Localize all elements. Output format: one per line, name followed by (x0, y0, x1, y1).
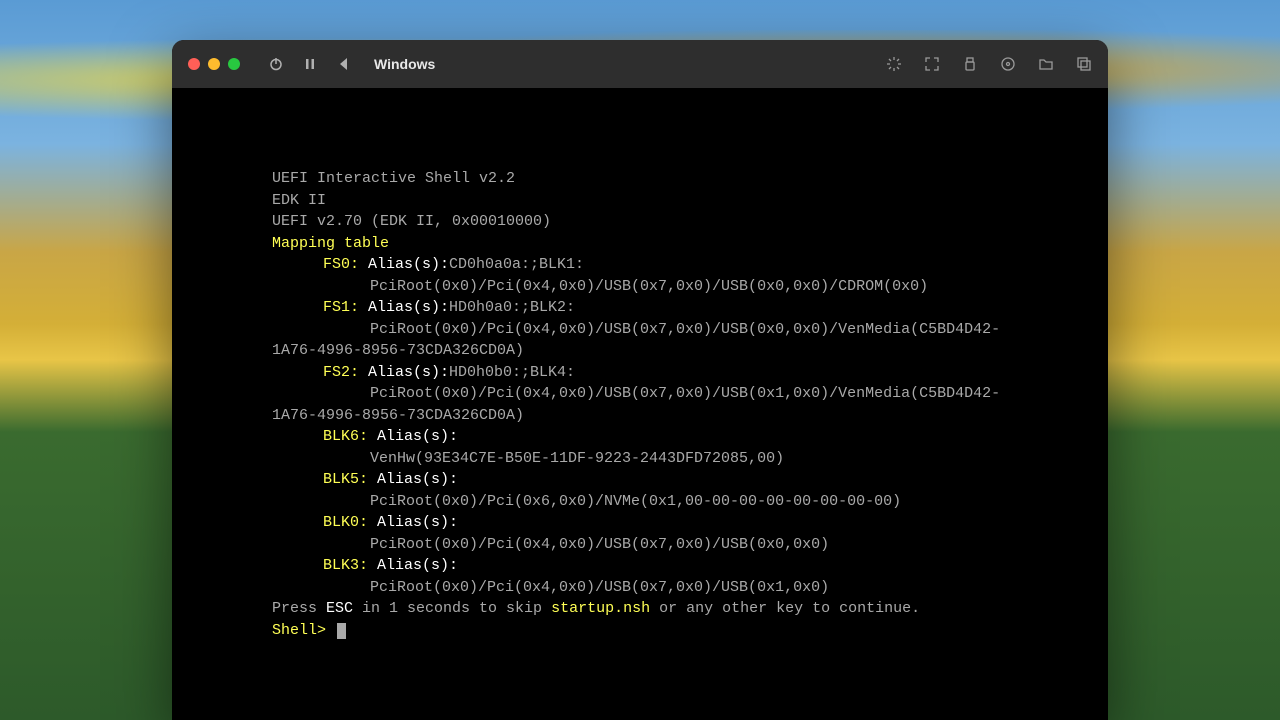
zoom-button[interactable] (228, 58, 240, 70)
mapping-entry-path-wrap: 1A76-4996-8956-73CDA326CD0A) (272, 340, 1108, 362)
titlebar-right-icons (886, 56, 1092, 72)
mapping-entry-path: VenHw(93E34C7E-B50E-11DF-9223-2443DFD720… (272, 448, 1108, 470)
shell-header: EDK II (272, 190, 1108, 212)
terminal-output[interactable]: UEFI Interactive Shell v2.2 EDK II UEFI … (172, 88, 1108, 720)
press-esc-line: Press ESC in 1 seconds to skip startup.n… (272, 598, 1108, 620)
cursor (337, 623, 346, 639)
mapping-entry-header: BLK5: Alias(s): (272, 469, 1108, 491)
mapping-entries: FS0: Alias(s):CD0h0a0a:;BLK1:PciRoot(0x0… (272, 254, 1108, 598)
traffic-lights (188, 58, 240, 70)
folder-icon[interactable] (1038, 56, 1054, 72)
mapping-entry-path: PciRoot(0x0)/Pci(0x6,0x0)/NVMe(0x1,00-00… (272, 491, 1108, 513)
expand-icon[interactable] (924, 56, 940, 72)
back-icon[interactable] (336, 56, 352, 72)
titlebar: Windows (172, 40, 1108, 88)
mapping-entry-header: BLK0: Alias(s): (272, 512, 1108, 534)
mapping-entry-header: FS1: Alias(s):HD0h0a0:;BLK2: (272, 297, 1108, 319)
mapping-entry-path: PciRoot(0x0)/Pci(0x4,0x0)/USB(0x7,0x0)/U… (272, 383, 1108, 405)
spinner-icon[interactable] (886, 56, 902, 72)
mapping-entry-path: PciRoot(0x0)/Pci(0x4,0x0)/USB(0x7,0x0)/U… (272, 577, 1108, 599)
vm-controls (268, 56, 352, 72)
mapping-table-label: Mapping table (272, 233, 1108, 255)
windows-icon[interactable] (1076, 56, 1092, 72)
usb-icon[interactable] (962, 56, 978, 72)
mapping-entry-path: PciRoot(0x0)/Pci(0x4,0x0)/USB(0x7,0x0)/U… (272, 276, 1108, 298)
minimize-button[interactable] (208, 58, 220, 70)
shell-header: UEFI Interactive Shell v2.2 (272, 168, 1108, 190)
shell-prompt: Shell> (272, 620, 1108, 642)
mapping-entry-path: PciRoot(0x0)/Pci(0x4,0x0)/USB(0x7,0x0)/U… (272, 319, 1108, 341)
vm-window: Windows (172, 40, 1108, 720)
mapping-entry-path: PciRoot(0x0)/Pci(0x4,0x0)/USB(0x7,0x0)/U… (272, 534, 1108, 556)
mapping-entry-header: FS0: Alias(s):CD0h0a0a:;BLK1: (272, 254, 1108, 276)
window-title: Windows (374, 56, 435, 72)
mapping-entry-header: BLK3: Alias(s): (272, 555, 1108, 577)
shell-header: UEFI v2.70 (EDK II, 0x00010000) (272, 211, 1108, 233)
mapping-entry-header: FS2: Alias(s):HD0h0b0:;BLK4: (272, 362, 1108, 384)
disc-icon[interactable] (1000, 56, 1016, 72)
pause-icon[interactable] (302, 56, 318, 72)
mapping-entry-path-wrap: 1A76-4996-8956-73CDA326CD0A) (272, 405, 1108, 427)
close-button[interactable] (188, 58, 200, 70)
power-icon[interactable] (268, 56, 284, 72)
mapping-entry-header: BLK6: Alias(s): (272, 426, 1108, 448)
